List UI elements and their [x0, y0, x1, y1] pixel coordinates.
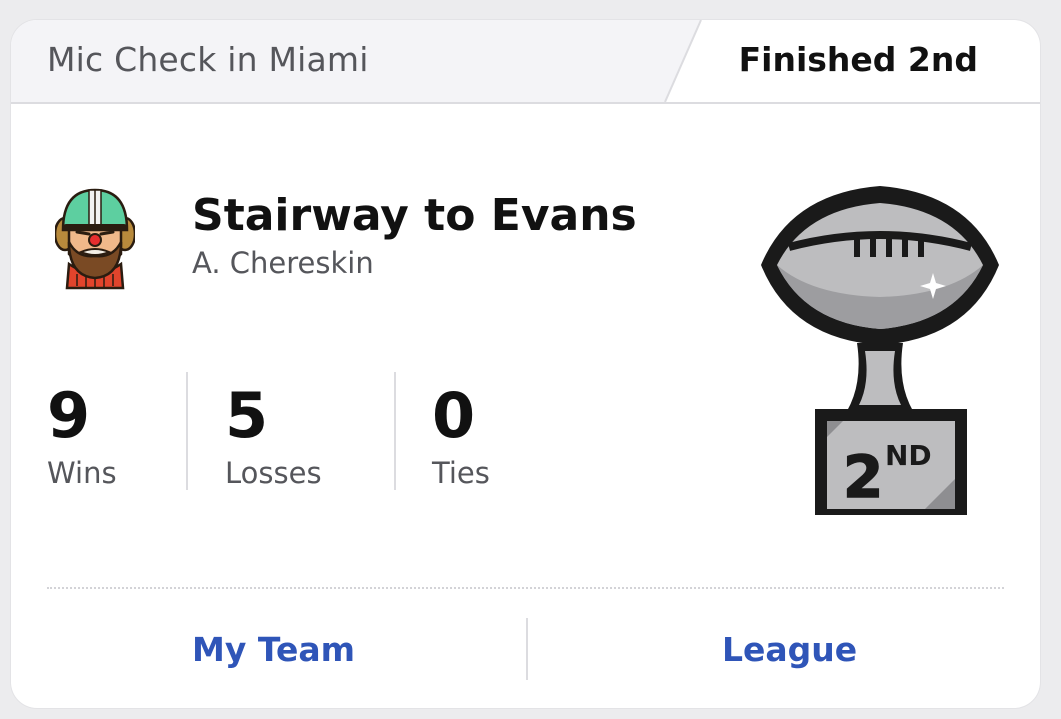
- team-name[interactable]: Stairway to Evans: [192, 190, 637, 241]
- stat-divider: [394, 372, 396, 490]
- footer-button-divider: [526, 618, 528, 680]
- league-name[interactable]: Mic Check in Miami: [47, 40, 369, 79]
- bearded-football-player-avatar-icon: [55, 188, 135, 290]
- stat-ties-value: 0: [432, 379, 476, 452]
- team-owner: A. Chereskin: [192, 246, 374, 280]
- trophy-place-suffix: ND: [885, 439, 932, 472]
- stat-ties-label: Ties: [432, 456, 490, 490]
- stat-wins: 9 Wins: [47, 379, 117, 491]
- finish-position: Finished 2nd: [738, 40, 978, 79]
- footer-divider: [47, 587, 1004, 589]
- stat-divider: [186, 372, 188, 490]
- league-result-card: Mic Check in Miami Finished 2nd Stairway…: [11, 20, 1040, 708]
- card-header: Mic Check in Miami Finished 2nd: [11, 20, 1040, 104]
- stat-losses-value: 5: [225, 379, 269, 452]
- stat-losses-label: Losses: [225, 456, 322, 490]
- stat-losses: 5 Losses: [225, 379, 322, 491]
- stat-wins-label: Wins: [47, 456, 117, 490]
- stat-wins-value: 9: [47, 379, 91, 452]
- my-team-link[interactable]: My Team: [192, 630, 355, 669]
- trophy-place-number: 2: [843, 443, 883, 511]
- stat-ties: 0 Ties: [432, 379, 490, 491]
- league-link[interactable]: League: [722, 630, 857, 669]
- second-place-trophy-icon: 2 ND: [761, 186, 999, 515]
